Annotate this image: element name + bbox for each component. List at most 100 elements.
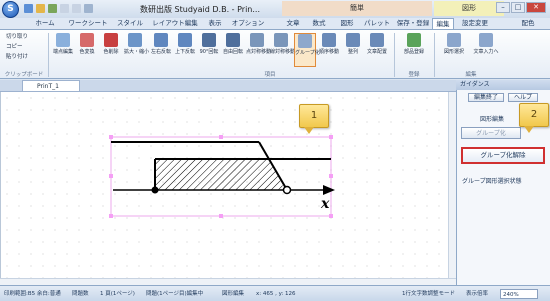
- hatched-region: [155, 159, 285, 190]
- button-label: グループ化: [295, 50, 320, 56]
- redo-icon[interactable]: [72, 4, 81, 13]
- group-separator: [394, 33, 395, 77]
- help-button[interactable]: ヘルプ: [508, 93, 538, 102]
- text-layout-button[interactable]: 文章配置: [366, 33, 388, 67]
- tab-home[interactable]: ホーム: [30, 18, 60, 29]
- maximize-icon[interactable]: □: [511, 2, 525, 13]
- line-symmetry-icon: [274, 33, 288, 47]
- button-label: 色変換: [79, 49, 95, 55]
- shape-select-button[interactable]: 図形選択: [440, 33, 468, 67]
- button-label: 文章配置: [366, 49, 387, 55]
- tab-layout-edit[interactable]: レイアウト編集: [150, 18, 200, 29]
- free-rotate-button[interactable]: 自由回転: [222, 33, 244, 67]
- free-rotate-icon: [226, 33, 240, 47]
- filled-point: [151, 186, 159, 194]
- color-delete-button[interactable]: 色削除: [100, 33, 122, 67]
- window-controls: – □ ✕: [496, 2, 546, 15]
- tab-palette[interactable]: パレット: [362, 18, 392, 29]
- shape-edit-label: 図形編集: [480, 116, 505, 123]
- copy-button[interactable]: コピー: [6, 43, 23, 52]
- parts-register-button[interactable]: 部品登録: [400, 33, 428, 67]
- status-bar: 印刷範囲:B5 余白:普通 問題数 1 頁(1ページ) 問題(1ページ目)編集中…: [0, 285, 550, 301]
- group-button[interactable]: グループ化: [294, 33, 320, 67]
- open-point: [282, 185, 292, 195]
- selection-handle[interactable]: [219, 214, 223, 218]
- zoom-select[interactable]: 240%: [500, 289, 538, 299]
- button-label: 上下反転: [174, 49, 195, 55]
- shape-select-icon: [447, 33, 461, 47]
- close-icon[interactable]: ✕: [526, 2, 546, 13]
- app-title: 数研出版 Studyaid D.B. - Prin...: [140, 5, 260, 14]
- tab-figure[interactable]: 図形: [336, 18, 358, 29]
- tab-settings[interactable]: 設定変更: [458, 18, 492, 29]
- button-label: 点対称移動: [246, 49, 272, 55]
- tab-text[interactable]: 文章: [282, 18, 304, 29]
- rotate-90-button[interactable]: 90°回転: [198, 33, 220, 67]
- tab-edit[interactable]: 編集: [432, 18, 454, 29]
- group-pane-button[interactable]: グループ化: [461, 127, 521, 139]
- customize-icon[interactable]: [84, 4, 93, 13]
- cut-button[interactable]: 切り取り: [6, 33, 28, 42]
- save-icon[interactable]: [24, 4, 33, 13]
- open-icon[interactable]: [36, 4, 45, 13]
- flip-horizontal-button[interactable]: 左右反転: [150, 33, 172, 67]
- flip-horizontal-icon: [154, 33, 168, 47]
- app-window: S 数研出版 Studyaid D.B. - Prin... 簡単 図形 – □…: [0, 0, 550, 301]
- selection-handle[interactable]: [109, 135, 113, 139]
- color-convert-button[interactable]: 色変換: [76, 33, 98, 67]
- tab-color-scheme[interactable]: 配色: [516, 18, 540, 29]
- app-orb-button[interactable]: S: [2, 1, 19, 18]
- tab-worksheet[interactable]: ワークシート: [66, 18, 110, 29]
- selection-handle[interactable]: [329, 214, 333, 218]
- callout-step-1: 1: [299, 104, 329, 134]
- finish-edit-button[interactable]: 編集終了: [468, 93, 504, 102]
- group-label-edit: 編集: [465, 72, 477, 78]
- document-tab[interactable]: PrinT_1: [22, 80, 80, 92]
- selection-handle[interactable]: [329, 135, 333, 139]
- tab-save-register[interactable]: 保存・登録: [394, 18, 432, 29]
- group-icon: [298, 34, 312, 48]
- horizontal-scrollbar[interactable]: [0, 278, 456, 285]
- paste-button[interactable]: 貼り付け: [6, 53, 28, 62]
- button-label: 拡大・縮小: [124, 49, 150, 55]
- point-symmetry-button[interactable]: 点対称移動: [246, 33, 272, 67]
- tab-view[interactable]: 表示: [204, 18, 226, 29]
- endpoint-edit-button[interactable]: 端点編集: [52, 33, 74, 67]
- group-label-item: 項目: [264, 72, 276, 78]
- selection-handle[interactable]: [109, 174, 113, 178]
- print-icon[interactable]: [48, 4, 57, 13]
- callout-step-2: 2: [519, 103, 549, 133]
- order-move-icon: [322, 33, 336, 47]
- undo-icon[interactable]: [60, 4, 69, 13]
- resize-icon: [128, 33, 142, 47]
- button-label: 90°回転: [199, 49, 219, 55]
- selection-handle[interactable]: [219, 135, 223, 139]
- selection-handle[interactable]: [109, 214, 113, 218]
- align-icon: [346, 33, 360, 47]
- tab-style[interactable]: スタイル: [114, 18, 146, 29]
- document-canvas[interactable]: x 1: [0, 92, 448, 278]
- button-label: 端点編集: [52, 49, 73, 55]
- parts-register-icon: [407, 33, 421, 47]
- resize-button[interactable]: 拡大・縮小: [124, 33, 150, 67]
- minimize-icon[interactable]: –: [496, 2, 510, 13]
- order-move-button[interactable]: 順序移動: [318, 33, 340, 67]
- align-button[interactable]: 整列: [342, 33, 364, 67]
- to-text-input-button[interactable]: 文章入力へ: [472, 33, 500, 67]
- button-label: 文章入力へ: [473, 49, 499, 55]
- flip-vertical-button[interactable]: 上下反転: [174, 33, 196, 67]
- figure-svg: [109, 135, 335, 218]
- button-label: 図形選択: [443, 49, 464, 55]
- status-line-adjust: 1行文字数調整モード: [402, 291, 455, 297]
- rotate-90-icon: [202, 33, 216, 47]
- line-symmetry-button[interactable]: 線対称移動: [270, 33, 296, 67]
- tab-formula[interactable]: 数式: [308, 18, 330, 29]
- x-axis-label: x: [321, 196, 330, 212]
- tab-options[interactable]: オプション: [230, 18, 266, 29]
- button-label: 線対称移動: [270, 49, 296, 55]
- status-print-range: 印刷範囲:B5 余白:普通: [4, 291, 61, 297]
- selection-handle[interactable]: [329, 174, 333, 178]
- flip-vertical-icon: [178, 33, 192, 47]
- vertical-scrollbar[interactable]: [448, 92, 456, 278]
- ungroup-button[interactable]: グループ化解除: [461, 147, 545, 164]
